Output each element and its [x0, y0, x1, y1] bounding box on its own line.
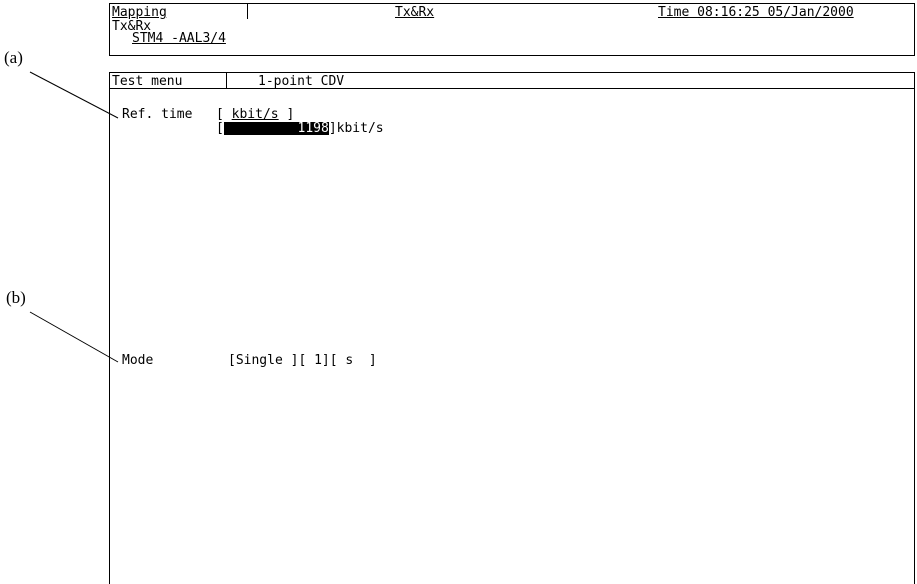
callout-b-leader [29, 311, 119, 363]
ref-unit-open-bracket: [ [216, 107, 232, 122]
callout-b-label: (b) [6, 288, 26, 307]
tab-1-point-cdv[interactable]: 1-point CDV [258, 75, 344, 88]
mode-title: Tx&Rx [395, 5, 435, 20]
tab-test-menu[interactable]: Test menu [112, 75, 182, 88]
ref-value-unit: ]kbit/s [328, 121, 384, 136]
ref-time-value-field[interactable]: [1198]kbit/s [216, 122, 384, 135]
menu-bar: Test menu 1-point CDV [110, 73, 914, 89]
test-panel: Test menu 1-point CDV Ref. time [ kbit/s… [109, 72, 915, 584]
mapping-menu[interactable]: Mapping [112, 6, 167, 19]
status-header: Mapping Tx&Rx Time 08:16:25 05/Jan/2000 … [109, 3, 915, 56]
header-divider [247, 4, 248, 19]
callout-a-label: (a) [4, 48, 23, 67]
callout-a-leader [29, 71, 119, 119]
clock-readout: Time 08:16:25 05/Jan/2000 [658, 5, 854, 20]
mode-settings-field[interactable]: [Single ][ 1][ s ] [228, 354, 377, 367]
ref-time-label: Ref. time [122, 107, 193, 122]
ref-time-value-input[interactable]: 1198 [223, 122, 329, 135]
ref-time-unit-select[interactable]: [ kbit/s ] [216, 108, 294, 121]
ref-unit-close-bracket: ] [278, 107, 295, 122]
interface-label: STM4 -AAL3/4 [132, 31, 226, 46]
ref-unit-text: kbit/s [231, 107, 279, 122]
mode-label: Mode [122, 353, 154, 368]
header-top-row: Mapping Tx&Rx Time 08:16:25 05/Jan/2000 [110, 4, 914, 19]
ref-value-open-bracket: [ [216, 121, 224, 136]
tab-divider [226, 73, 227, 88]
